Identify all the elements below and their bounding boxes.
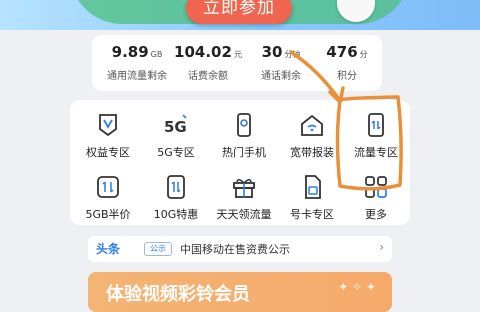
- service-label: 宽带报装: [290, 146, 334, 159]
- service-more[interactable]: 更多: [342, 174, 410, 222]
- headline-bar[interactable]: 头条 公示 中国移动在售资费公示 ›: [88, 236, 392, 262]
- home-wifi-icon: [299, 112, 325, 138]
- svg-text:5G: 5G: [164, 118, 187, 136]
- notice-badge: 公示: [144, 242, 172, 256]
- stat-label: 积分: [337, 71, 357, 82]
- service-daily-data[interactable]: 天天领流量: [210, 174, 278, 222]
- account-stats-card: 9.89 GB 通用流量剩余 104.02 元 话费余额 30 分钟 通话剩余 476…: [92, 35, 382, 91]
- service-5g-zone[interactable]: 5G 5G专区: [142, 112, 210, 160]
- top-banner: 立即参加: [0, 0, 480, 30]
- stat-unit: 元: [233, 50, 242, 59]
- stat-label: 话费余额: [188, 71, 228, 82]
- stat-value: 104.02: [174, 43, 232, 61]
- stat-balance[interactable]: 104.02 元 话费余额: [170, 42, 246, 82]
- data-updown-icon: [163, 174, 189, 200]
- stat-data-remaining[interactable]: 9.89 GB 通用流量剩余: [98, 42, 176, 82]
- data-transfer-icon: [363, 112, 389, 138]
- stat-unit: GB: [150, 50, 163, 59]
- service-label: 热门手机: [222, 146, 266, 159]
- service-label: 10G特惠: [153, 208, 199, 221]
- service-label: 流量专区: [354, 146, 398, 159]
- headline-tag: 头条: [96, 242, 121, 256]
- service-broadband[interactable]: 宽带报装: [278, 112, 346, 160]
- service-10g-deal[interactable]: 10G特惠: [142, 174, 210, 222]
- service-label: 号卡专区: [290, 208, 334, 221]
- stat-value: 30: [261, 43, 283, 61]
- confetti-decoration: ✦ ✧ ✦: [338, 280, 376, 294]
- service-label: 5GB半价: [85, 208, 131, 221]
- service-rights-zone[interactable]: 权益专区: [74, 112, 142, 160]
- promo-title: 体验视频彩铃会员: [106, 284, 250, 305]
- data-sync-icon: [95, 174, 121, 200]
- stat-label: 通话剩余: [261, 71, 301, 82]
- service-grid: 权益专区 5G 5G专区 热门手机 宽带报装 流量专区 5GB半价 10G特惠 …: [70, 100, 410, 225]
- stat-value: 9.89: [111, 43, 149, 61]
- chevron-right-icon: ›: [379, 240, 384, 254]
- headline-text: 中国移动在售资费公示: [180, 243, 290, 256]
- promo-banner[interactable]: 体验视频彩铃会员 ✦ ✧ ✦: [88, 272, 392, 312]
- stat-call-remaining[interactable]: 30 分钟 通话剩余: [242, 42, 320, 82]
- stat-unit: 分: [359, 50, 368, 59]
- service-5gb-half-price[interactable]: 5GB半价: [74, 174, 142, 222]
- service-label: 更多: [365, 208, 387, 221]
- service-label: 5G专区: [157, 146, 195, 159]
- service-hot-phones[interactable]: 热门手机: [210, 112, 278, 160]
- service-sim-card[interactable]: 号卡专区: [278, 174, 346, 222]
- service-label: 权益专区: [86, 146, 130, 159]
- stat-unit: 分钟: [284, 50, 301, 59]
- service-data-zone[interactable]: 流量专区: [342, 112, 410, 160]
- sim-card-icon: [299, 174, 325, 200]
- service-label: 天天领流量: [216, 208, 272, 221]
- join-now-button[interactable]: 立即参加: [186, 0, 292, 24]
- phone-icon: [231, 112, 257, 138]
- grid-more-icon: [363, 174, 389, 200]
- badge-v-icon: [95, 112, 121, 138]
- stat-value: 476: [326, 43, 358, 61]
- gift-icon: [231, 174, 257, 200]
- stat-label: 通用流量剩余: [107, 71, 167, 82]
- 5g-icon: 5G: [163, 112, 189, 138]
- stat-points[interactable]: 476 分 积分: [317, 42, 377, 82]
